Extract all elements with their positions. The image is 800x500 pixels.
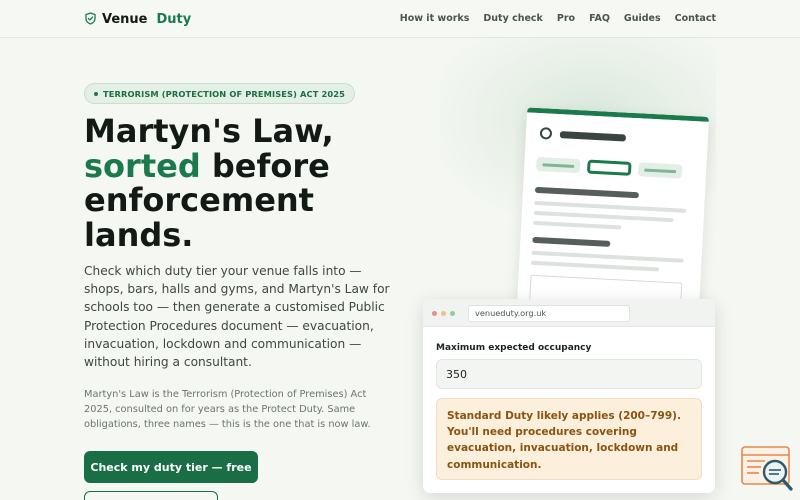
- brand-name-part1: Venue: [102, 12, 148, 27]
- headline-highlight: sorted: [84, 146, 201, 185]
- browser-chrome: venueduty.org.uk: [423, 299, 715, 327]
- brand-name-part2: Duty: [156, 12, 192, 27]
- doc-line: [533, 210, 674, 223]
- doc-line: [534, 200, 687, 213]
- shield-check-icon: [84, 10, 97, 29]
- procedures-document-illustration: [516, 107, 710, 315]
- badge-label: TERRORISM (PROTECTION OF PREMISES) ACT 2…: [103, 88, 345, 99]
- secondary-button[interactable]: [84, 491, 218, 500]
- occupancy-field-label: Maximum expected occupancy: [436, 343, 592, 353]
- hero-small-print: Martyn's Law is the Terrorism (Protectio…: [84, 389, 371, 430]
- badge-dot: [94, 91, 98, 96]
- doc-avatar-circle: [539, 127, 553, 140]
- check-duty-tier-button[interactable]: Check my duty tier — free: [84, 451, 258, 483]
- nav-links: How it works Duty check Pro FAQ Guides C…: [400, 13, 716, 24]
- nav-link-faq[interactable]: FAQ: [589, 13, 610, 24]
- brand-logo[interactable]: Venue Duty: [84, 10, 191, 29]
- window-close-dot: [432, 311, 437, 316]
- doc-pill-active: [586, 159, 632, 176]
- doc-heading-bar: [532, 236, 611, 247]
- doc-line: [531, 260, 660, 272]
- occupancy-check-window: venueduty.org.uk Maximum expected occupa…: [423, 299, 715, 493]
- window-maximize-dot: [450, 311, 455, 316]
- nav-link-pro[interactable]: Pro: [557, 13, 575, 24]
- nav-link-contact[interactable]: Contact: [675, 13, 716, 24]
- top-nav: Venue Duty How it works Duty check Pro FA…: [0, 0, 800, 38]
- occupancy-input[interactable]: [436, 359, 702, 389]
- doc-title-bar: [559, 131, 627, 142]
- nav-link-how-it-works[interactable]: How it works: [400, 13, 470, 24]
- nav-link-duty-check[interactable]: Duty check: [483, 13, 542, 24]
- window-minimize-dot: [441, 311, 446, 316]
- doc-line: [531, 250, 684, 263]
- hero-lede: Check which duty tier your venue falls i…: [84, 264, 390, 370]
- hero-headline: Martyn's Law, sorted before enforcement l…: [84, 114, 404, 252]
- duty-result-message: Standard Duty likely applies (200–799). …: [436, 398, 702, 480]
- address-bar[interactable]: venueduty.org.uk: [468, 305, 630, 322]
- act-badge: TERRORISM (PROTECTION OF PREMISES) ACT 2…: [84, 83, 355, 104]
- document-search-icon[interactable]: [741, 446, 793, 492]
- doc-heading-bar: [534, 186, 640, 199]
- nav-link-guides[interactable]: Guides: [624, 13, 661, 24]
- doc-line: [533, 220, 622, 230]
- headline-part1: Martyn's Law,: [84, 112, 334, 150]
